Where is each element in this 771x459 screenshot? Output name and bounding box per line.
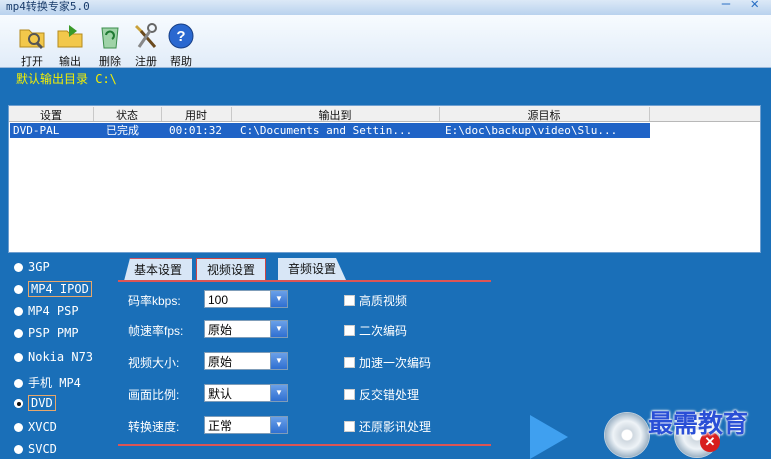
format-dvd[interactable]: DVD (14, 395, 56, 411)
format-psp-pmp[interactable]: PSP PMP (14, 326, 79, 340)
table-header: 设置 状态 用时 输出到 源目标 (9, 106, 760, 122)
delete-button[interactable]: 删除 (92, 21, 128, 69)
checkbox-box (344, 295, 355, 306)
aspect-select[interactable]: 默认 ▼ (204, 384, 288, 402)
help-label: 帮助 (170, 56, 192, 68)
help-icon: ? (168, 23, 194, 49)
watermark-text: 最需教育 (648, 409, 749, 438)
output-folder-icon (57, 25, 83, 48)
two-pass-checkbox[interactable]: 二次编码 (344, 322, 407, 339)
radio-dot (14, 285, 23, 294)
col-status[interactable]: 状态 (93, 107, 162, 122)
recycle-bin-icon (101, 27, 119, 49)
chevron-down-icon: ▼ (270, 321, 287, 337)
open-folder-icon (19, 29, 45, 50)
radio-dot-selected (14, 399, 23, 408)
radio-dot (14, 307, 23, 316)
deinterlace-checkbox[interactable]: 反交错处理 (344, 386, 419, 403)
format-phone-mp4[interactable]: 手机 MP4 (14, 374, 81, 391)
radio-dot (14, 423, 23, 432)
cell-time: 00:01:32 (169, 124, 222, 137)
framerate-select[interactable]: 原始 ▼ (204, 320, 288, 338)
chevron-down-icon: ▼ (270, 385, 287, 401)
fast-pass-checkbox[interactable]: 加速一次编码 (344, 354, 431, 371)
panel-divider (118, 444, 491, 446)
tab-basic-settings[interactable]: 基本设置 (124, 258, 193, 281)
speed-select[interactable]: 正常 ▼ (204, 416, 288, 434)
window-controls[interactable]: — ✕ (722, 0, 765, 11)
col-output[interactable]: 输出到 (231, 107, 440, 122)
window-title: mp4转换专家5.0 (6, 0, 90, 13)
cell-status: 已完成 (106, 124, 139, 137)
chevron-down-icon: ▼ (270, 353, 287, 369)
table-row[interactable]: DVD-PAL 已完成 00:01:32 C:\Documents and Se… (10, 123, 650, 138)
chevron-down-icon: ▼ (270, 417, 287, 433)
register-button[interactable]: 注册 (128, 21, 164, 69)
cell-output: C:\Documents and Settin... (240, 124, 413, 137)
bitrate-select[interactable]: 100 ▼ (204, 290, 288, 308)
chevron-down-icon: ▼ (270, 291, 287, 307)
radio-dot (14, 379, 23, 388)
cell-settings: DVD-PAL (13, 124, 60, 137)
tab-video-settings[interactable]: 视频设置 (196, 258, 267, 281)
toolbar: 打开 输出 删除 注册 ? 帮助 (0, 15, 771, 68)
col-settings[interactable]: 设置 (9, 107, 94, 122)
format-svcd[interactable]: SVCD (14, 442, 57, 456)
settings-tabs: 基本设置 视频设置 音频设置 (118, 258, 498, 282)
video-size-select[interactable]: 原始 ▼ (204, 352, 288, 370)
format-nokia-n73[interactable]: Nokia N73 (14, 350, 93, 364)
radio-dot (14, 445, 23, 454)
col-source[interactable]: 源目标 (439, 107, 650, 122)
register-label: 注册 (135, 56, 157, 68)
disc-icon[interactable] (604, 412, 650, 458)
output-label: 输出 (59, 56, 81, 68)
aspect-label: 画面比例: (128, 388, 180, 402)
help-button[interactable]: ? 帮助 (163, 21, 199, 69)
col-time[interactable]: 用时 (161, 107, 232, 122)
speed-label: 转换速度: (128, 420, 180, 434)
radio-dot (14, 329, 23, 338)
format-xvcd[interactable]: XVCD (14, 420, 57, 434)
framerate-label: 帧速率fps: (128, 324, 184, 338)
default-output-dir: 默认输出目录 C:\ (16, 72, 117, 86)
format-3gp[interactable]: 3GP (14, 260, 50, 274)
open-button[interactable]: 打开 (14, 21, 50, 69)
checkbox-box (344, 325, 355, 336)
video-size-label: 视频大小: (128, 356, 180, 370)
restore-checkbox[interactable]: 还原影讯处理 (344, 418, 431, 435)
tab-audio-settings[interactable]: 音频设置 (278, 258, 346, 280)
format-mp4-psp[interactable]: MP4 PSP (14, 304, 79, 318)
start-convert-icon[interactable] (530, 415, 568, 459)
bitrate-label: 码率kbps: (128, 294, 181, 308)
format-mp4-ipod[interactable]: MP4 IPOD (14, 281, 92, 297)
output-button[interactable]: 输出 (52, 21, 88, 69)
radio-dot (14, 263, 23, 272)
title-bar: mp4转换专家5.0 — ✕ (0, 0, 771, 15)
svg-text:?: ? (176, 28, 185, 45)
delete-label: 删除 (99, 56, 121, 68)
task-table[interactable]: 设置 状态 用时 输出到 源目标 DVD-PAL 已完成 00:01:32 C:… (8, 105, 761, 253)
hq-video-checkbox[interactable]: 高质视频 (344, 292, 407, 309)
open-label: 打开 (21, 56, 43, 68)
checkbox-box (344, 421, 355, 432)
checkbox-box (344, 357, 355, 368)
tools-icon (135, 23, 157, 48)
video-settings-panel: 码率kbps: 100 ▼ 帧速率fps: 原始 ▼ 视频大小: 原始 ▼ 画面比例:… (118, 282, 498, 444)
radio-dot (14, 353, 23, 362)
cell-source: E:\doc\backup\video\Slu... (445, 124, 618, 137)
checkbox-box (344, 389, 355, 400)
